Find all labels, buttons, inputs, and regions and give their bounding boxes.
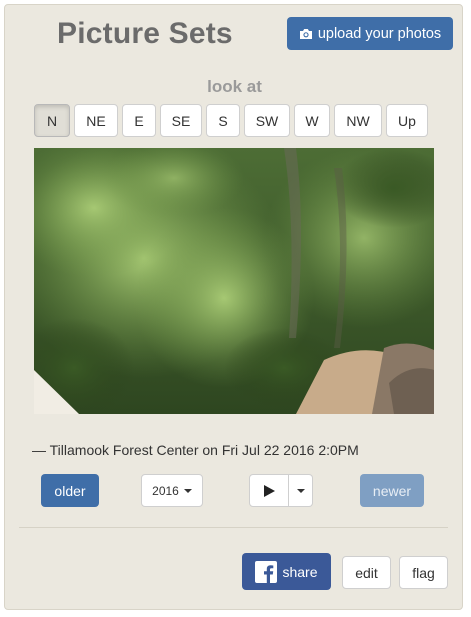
play-options-dropdown[interactable] bbox=[289, 474, 313, 507]
edit-button[interactable]: edit bbox=[342, 556, 391, 589]
upload-photos-label: upload your photos bbox=[317, 25, 442, 42]
direction-s-button[interactable]: S bbox=[206, 104, 240, 137]
camera-icon bbox=[299, 28, 312, 39]
direction-selector: N NE E SE S SW W NW Up bbox=[34, 104, 428, 137]
flag-button[interactable]: flag bbox=[399, 556, 448, 589]
direction-se-button[interactable]: SE bbox=[160, 104, 202, 137]
page-title: Picture Sets bbox=[57, 17, 233, 50]
upload-photos-button[interactable]: upload your photos bbox=[287, 17, 453, 50]
forest-photo[interactable] bbox=[34, 148, 434, 414]
direction-ne-button[interactable]: NE bbox=[74, 104, 118, 137]
forest-photo-image bbox=[34, 148, 434, 414]
look-at-label: look at bbox=[207, 77, 262, 96]
share-label: share bbox=[282, 563, 318, 580]
photo-caption: — Tillamook Forest Center on Fri Jul 22 … bbox=[32, 442, 359, 458]
direction-n-button[interactable]: N bbox=[34, 104, 70, 137]
slideshow-controls bbox=[249, 474, 313, 507]
chevron-down-icon bbox=[183, 488, 192, 493]
direction-sw-button[interactable]: SW bbox=[244, 104, 290, 137]
direction-w-button[interactable]: W bbox=[294, 104, 330, 137]
facebook-icon bbox=[255, 560, 278, 583]
chevron-down-icon bbox=[296, 488, 305, 493]
year-value: 2016 bbox=[152, 483, 179, 498]
newer-button[interactable]: newer bbox=[360, 474, 424, 507]
year-dropdown[interactable]: 2016 bbox=[141, 474, 203, 507]
direction-nw-button[interactable]: NW bbox=[334, 104, 382, 137]
picture-sets-panel: Picture Sets upload your photos look at … bbox=[4, 4, 463, 610]
direction-up-button[interactable]: Up bbox=[386, 104, 428, 137]
direction-e-button[interactable]: E bbox=[122, 104, 156, 137]
play-button[interactable] bbox=[249, 474, 289, 507]
older-button[interactable]: older bbox=[41, 474, 99, 507]
facebook-share-button[interactable]: share bbox=[242, 553, 331, 590]
play-icon bbox=[263, 484, 275, 497]
divider bbox=[19, 527, 448, 528]
